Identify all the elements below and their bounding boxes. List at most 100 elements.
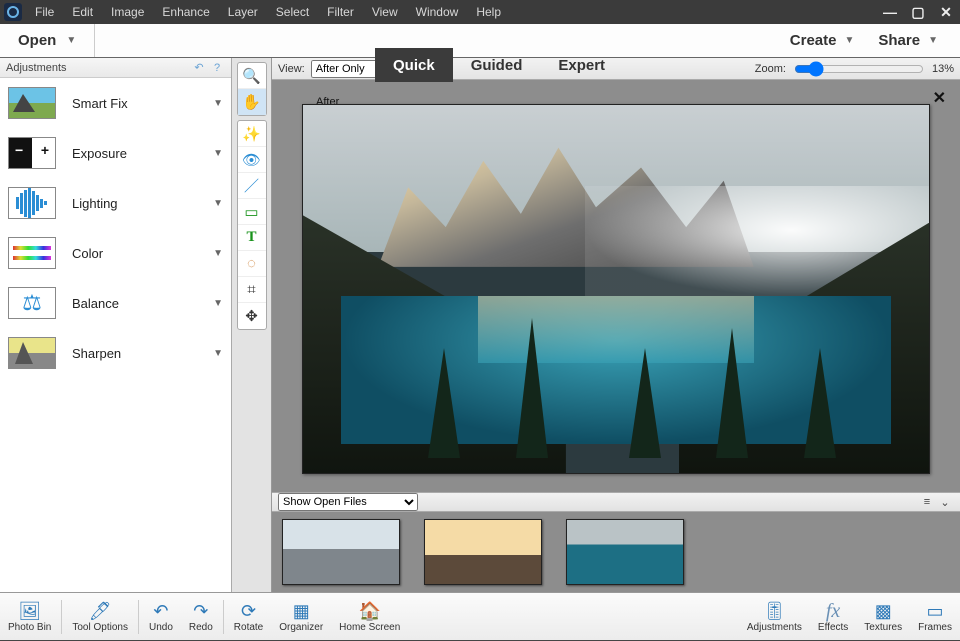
move-tool[interactable]: ✥ — [238, 303, 266, 329]
view-label: View: — [278, 63, 305, 75]
adjustments-button[interactable]: 🎚Adjustments — [739, 593, 810, 641]
tab-quick[interactable]: Quick — [375, 48, 453, 82]
spot-heal-tool[interactable]: ◌ — [238, 251, 266, 277]
reset-icon[interactable]: ↶ — [191, 60, 207, 76]
textures-icon: ▩ — [875, 600, 892, 622]
btn-label: Redo — [189, 622, 213, 633]
adj-lighting[interactable]: Lighting ▼ — [0, 178, 231, 228]
create-label: Create — [790, 32, 837, 49]
window-maximize-button[interactable]: ▢ — [904, 0, 932, 24]
adj-label: Color — [72, 246, 103, 261]
effects-icon: fx — [826, 600, 840, 622]
adj-label: Balance — [72, 296, 119, 311]
photobin-button[interactable]: 🖼Photo Bin — [0, 593, 59, 641]
bin-thumb-3[interactable] — [566, 519, 684, 585]
tab-guided[interactable]: Guided — [453, 48, 541, 82]
btn-label: Textures — [864, 622, 902, 633]
btn-label: Tool Options — [72, 622, 128, 633]
adj-color[interactable]: Color ▼ — [0, 228, 231, 278]
caret-down-icon: ▼ — [66, 35, 76, 46]
create-button[interactable]: Create ▼ — [778, 32, 867, 49]
share-label: Share — [878, 32, 920, 49]
menu-file[interactable]: File — [26, 0, 63, 24]
window-minimize-button[interactable]: ― — [876, 0, 904, 24]
adj-exposure[interactable]: Exposure ▼ — [0, 128, 231, 178]
bin-collapse-icon[interactable]: ⌄ — [936, 496, 954, 509]
bin-thumb-1[interactable] — [282, 519, 400, 585]
home-icon: 🏠 — [359, 600, 381, 622]
exposure-icon — [8, 137, 56, 169]
rotate-button[interactable]: ⟳Rotate — [226, 593, 271, 641]
menu-view[interactable]: View — [363, 0, 407, 24]
zoom-slider[interactable] — [794, 61, 924, 77]
crop-tool[interactable]: ⌗ — [238, 277, 266, 303]
menu-select[interactable]: Select — [267, 0, 318, 24]
canvas-image[interactable] — [302, 104, 930, 474]
bottombar: 🖼Photo Bin 🖊Tool Options ↶Undo ↷Redo ⟳Ro… — [0, 592, 960, 640]
tab-expert[interactable]: Expert — [540, 48, 623, 82]
window-close-button[interactable]: ✕ — [932, 0, 960, 24]
help-icon[interactable]: ? — [209, 60, 225, 76]
btn-label: Frames — [918, 622, 952, 633]
undo-button[interactable]: ↶Undo — [141, 593, 181, 641]
caret-down-icon: ▼ — [213, 348, 223, 359]
organizer-button[interactable]: ▦Organizer — [271, 593, 331, 641]
caret-down-icon: ▼ — [213, 148, 223, 159]
adj-smart-fix[interactable]: Smart Fix ▼ — [0, 78, 231, 128]
balance-icon: ⚖ — [8, 287, 56, 319]
adj-label: Lighting — [72, 196, 118, 211]
sharpen-icon — [8, 337, 56, 369]
photobin-dropdown[interactable]: Show Open Files — [278, 493, 418, 511]
redeye-tool[interactable]: 👁 — [238, 147, 266, 173]
menu-filter[interactable]: Filter — [318, 0, 363, 24]
straighten-tool[interactable]: ▭ — [238, 199, 266, 225]
menu-image[interactable]: Image — [102, 0, 153, 24]
adjustments-panel: Adjustments ↶ ? Smart Fix ▼ Exposure ▼ L… — [0, 58, 232, 592]
adj-label: Sharpen — [72, 346, 121, 361]
text-tool[interactable]: T — [238, 225, 266, 251]
btn-label: Undo — [149, 622, 173, 633]
open-label: Open — [18, 32, 56, 49]
redo-button[interactable]: ↷Redo — [181, 593, 221, 641]
canvas-close-button[interactable]: ✕ — [933, 88, 946, 108]
tool-options-button[interactable]: 🖊Tool Options — [64, 593, 136, 641]
quick-select-tool[interactable]: ✨ — [238, 121, 266, 147]
adjustments-header: Adjustments ↶ ? — [0, 58, 231, 78]
lighting-icon — [8, 187, 56, 219]
frames-icon: ▭ — [927, 600, 944, 622]
modebar: Open ▼ Quick Guided Expert Create ▼ Shar… — [0, 24, 960, 58]
frames-button[interactable]: ▭Frames — [910, 593, 960, 641]
canvas-wrap: ✕ After — [272, 80, 960, 492]
adj-balance[interactable]: ⚖ Balance ▼ — [0, 278, 231, 328]
menu-window[interactable]: Window — [407, 0, 468, 24]
effects-button[interactable]: fxEffects — [810, 593, 856, 641]
share-button[interactable]: Share ▼ — [866, 32, 950, 49]
adj-sharpen[interactable]: Sharpen ▼ — [0, 328, 231, 378]
menu-edit[interactable]: Edit — [63, 0, 102, 24]
bin-thumb-2[interactable] — [424, 519, 542, 585]
adj-label: Smart Fix — [72, 96, 128, 111]
photobin-icon: 🖼 — [18, 600, 41, 622]
menu-help[interactable]: Help — [467, 0, 510, 24]
menu-layer[interactable]: Layer — [219, 0, 267, 24]
caret-down-icon: ▼ — [213, 298, 223, 309]
hand-tool[interactable]: ✋ — [238, 89, 266, 115]
caret-down-icon: ▼ — [213, 198, 223, 209]
btn-label: Rotate — [234, 622, 263, 633]
whiten-tool[interactable]: ／ — [238, 173, 266, 199]
home-button[interactable]: 🏠Home Screen — [331, 593, 408, 641]
textures-button[interactable]: ▩Textures — [856, 593, 910, 641]
color-icon — [8, 237, 56, 269]
menu-enhance[interactable]: Enhance — [153, 0, 218, 24]
zoom-label: Zoom: — [755, 63, 786, 75]
zoom-tool[interactable]: 🔍 — [238, 63, 266, 89]
caret-down-icon: ▼ — [213, 98, 223, 109]
btn-label: Home Screen — [339, 622, 400, 633]
adjustments-icon: 🎚 — [763, 600, 786, 622]
caret-down-icon: ▼ — [213, 248, 223, 259]
bin-menu-icon[interactable]: ≡ — [918, 496, 936, 508]
open-button[interactable]: Open ▼ — [0, 24, 95, 57]
adj-label: Exposure — [72, 146, 127, 161]
btn-label: Photo Bin — [8, 622, 51, 633]
canvas-area: View: After Only Zoom: 13% ✕ After — [272, 58, 960, 592]
